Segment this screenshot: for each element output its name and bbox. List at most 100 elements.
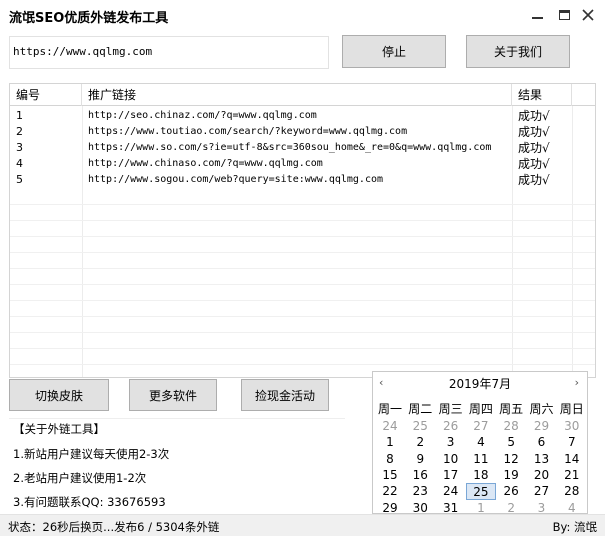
calendar-day[interactable]: 4 bbox=[557, 500, 587, 514]
info-title: 【关于外链工具】 bbox=[13, 422, 105, 436]
calendar-day[interactable]: 3 bbox=[436, 434, 466, 451]
calendar-day[interactable]: 21 bbox=[557, 467, 587, 484]
calendar-day[interactable]: 12 bbox=[496, 451, 526, 468]
grid-line bbox=[10, 252, 595, 253]
calendar-day[interactable]: 22 bbox=[375, 483, 405, 500]
calendar-day[interactable]: 27 bbox=[466, 418, 496, 435]
table-row[interactable]: 5 http://www.sogou.com/web?query=site:ww… bbox=[10, 172, 595, 188]
calendar[interactable]: ‹ 2019年7月 › 周一 周二 周三 周四 周五 周六 周日 24 25 26 27 28 29 3… bbox=[372, 371, 588, 514]
stop-button[interactable]: 停止 bbox=[342, 35, 446, 68]
switch-skin-button[interactable]: 切换皮肤 bbox=[9, 379, 109, 411]
calendar-day[interactable]: 20 bbox=[527, 467, 557, 484]
calendar-day[interactable]: 29 bbox=[375, 500, 405, 514]
cash-activity-button[interactable]: 捡现金活动 bbox=[241, 379, 329, 411]
table-row[interactable]: 2 https://www.toutiao.com/search/?keywor… bbox=[10, 124, 595, 140]
calendar-day[interactable]: 24 bbox=[436, 483, 466, 500]
url-input[interactable]: https://www.qqlmg.com bbox=[9, 36, 329, 69]
calendar-day[interactable]: 4 bbox=[466, 434, 496, 451]
info-line: 3.有问题联系QQ: 33676593 bbox=[13, 495, 166, 509]
calendar-day[interactable]: 6 bbox=[527, 434, 557, 451]
calendar-day[interactable]: 29 bbox=[527, 418, 557, 435]
row-link: http://seo.chinaz.com/?q=www.qqlmg.com bbox=[88, 110, 317, 121]
calendar-day[interactable]: 28 bbox=[496, 418, 526, 435]
weekday-label: 周六 bbox=[529, 402, 554, 416]
calendar-day[interactable]: 1 bbox=[375, 434, 405, 451]
row-num: 4 bbox=[16, 157, 23, 170]
calendar-day[interactable]: 14 bbox=[557, 451, 587, 468]
calendar-day[interactable]: 3 bbox=[527, 500, 557, 514]
row-link: https://www.toutiao.com/search/?keyword=… bbox=[88, 126, 408, 137]
calendar-day[interactable]: 26 bbox=[436, 418, 466, 435]
calendar-day[interactable]: 23 bbox=[405, 483, 435, 500]
grid-line bbox=[10, 348, 595, 349]
links-table[interactable]: 编号 推广链接 结果 1 http://seo.chinaz.com/?q=ww… bbox=[9, 83, 596, 378]
grid-line bbox=[10, 236, 595, 237]
calendar-day[interactable]: 27 bbox=[527, 483, 557, 500]
more-software-button[interactable]: 更多软件 bbox=[129, 379, 217, 411]
grid-line bbox=[10, 220, 595, 221]
row-num: 2 bbox=[16, 125, 23, 138]
calendar-day[interactable]: 16 bbox=[405, 467, 435, 484]
row-num: 5 bbox=[16, 173, 23, 186]
calendar-day[interactable]: 28 bbox=[557, 483, 587, 500]
status-author: By: 流氓 bbox=[552, 520, 597, 534]
weekday-label: 周四 bbox=[468, 402, 493, 416]
table-row[interactable]: 1 http://seo.chinaz.com/?q=www.qqlmg.com… bbox=[10, 108, 595, 124]
calendar-day[interactable]: 30 bbox=[405, 500, 435, 514]
header-result[interactable]: 结果 bbox=[512, 84, 572, 106]
grid-line bbox=[10, 364, 595, 365]
calendar-next-icon[interactable]: › bbox=[575, 376, 579, 389]
close-icon bbox=[582, 9, 594, 21]
grid-line bbox=[10, 316, 595, 317]
calendar-day[interactable]: 9 bbox=[405, 451, 435, 468]
calendar-day[interactable]: 24 bbox=[375, 418, 405, 435]
grid-line bbox=[10, 300, 595, 301]
calendar-day[interactable]: 18 bbox=[466, 467, 496, 484]
table-header: 编号 推广链接 结果 bbox=[10, 84, 595, 106]
info-line: 1.新站用户建议每天使用2-3次 bbox=[13, 447, 170, 461]
calendar-day[interactable]: 30 bbox=[557, 418, 587, 435]
calendar-day[interactable]: 31 bbox=[436, 500, 466, 514]
calendar-day[interactable]: 2 bbox=[496, 500, 526, 514]
calendar-day[interactable]: 10 bbox=[436, 451, 466, 468]
weekday-label: 周一 bbox=[377, 402, 402, 416]
header-link[interactable]: 推广链接 bbox=[82, 84, 512, 106]
info-line: 2.老站用户建议使用1-2次 bbox=[13, 471, 147, 485]
status-text: 状态：26秒后换页...发布6 / 5304条外链 bbox=[8, 520, 220, 534]
calendar-day[interactable]: 17 bbox=[436, 467, 466, 484]
calendar-day[interactable]: 13 bbox=[527, 451, 557, 468]
row-num: 1 bbox=[16, 109, 23, 122]
maximize-button[interactable] bbox=[557, 8, 571, 22]
info-panel: 【关于外链工具】 1.新站用户建议每天使用2-3次 2.老站用户建议使用1-2次… bbox=[9, 418, 345, 514]
row-link: https://www.so.com/s?ie=utf-8&src=360sou… bbox=[88, 142, 492, 153]
table-row[interactable]: 4 http://www.chinaso.com/?q=www.qqlmg.co… bbox=[10, 156, 595, 172]
calendar-weekdays: 周一 周二 周三 周四 周五 周六 周日 bbox=[375, 400, 587, 418]
calendar-day[interactable]: 8 bbox=[375, 451, 405, 468]
calendar-day[interactable]: 11 bbox=[466, 451, 496, 468]
grid-line bbox=[10, 332, 595, 333]
calendar-day[interactable]: 1 bbox=[466, 500, 496, 514]
calendar-day[interactable]: 19 bbox=[496, 467, 526, 484]
calendar-day[interactable]: 25 bbox=[405, 418, 435, 435]
grid-line bbox=[10, 284, 595, 285]
weekday-label: 周二 bbox=[408, 402, 433, 416]
title-bar: 流氓SEO优质外链发布工具 bbox=[0, 0, 605, 30]
calendar-day-today[interactable]: 25 bbox=[465, 483, 496, 501]
about-us-button[interactable]: 关于我们 bbox=[466, 35, 570, 68]
minimize-button[interactable] bbox=[530, 8, 544, 22]
calendar-month[interactable]: 2019年7月 bbox=[373, 375, 587, 392]
row-link: http://www.sogou.com/web?query=site:www.… bbox=[88, 174, 384, 185]
row-link: http://www.chinaso.com/?q=www.qqlmg.com bbox=[88, 158, 323, 169]
weekday-label: 周日 bbox=[559, 402, 584, 416]
grid-line bbox=[10, 204, 595, 205]
calendar-day[interactable]: 15 bbox=[375, 467, 405, 484]
calendar-day[interactable]: 7 bbox=[557, 434, 587, 451]
calendar-day[interactable]: 5 bbox=[496, 434, 526, 451]
calendar-day[interactable]: 26 bbox=[496, 483, 526, 500]
header-num[interactable]: 编号 bbox=[10, 84, 82, 106]
window-title: 流氓SEO优质外链发布工具 bbox=[9, 11, 169, 26]
table-row[interactable]: 3 https://www.so.com/s?ie=utf-8&src=360s… bbox=[10, 140, 595, 156]
close-button[interactable] bbox=[581, 8, 595, 22]
calendar-day[interactable]: 2 bbox=[405, 434, 435, 451]
grid-line bbox=[10, 268, 595, 269]
